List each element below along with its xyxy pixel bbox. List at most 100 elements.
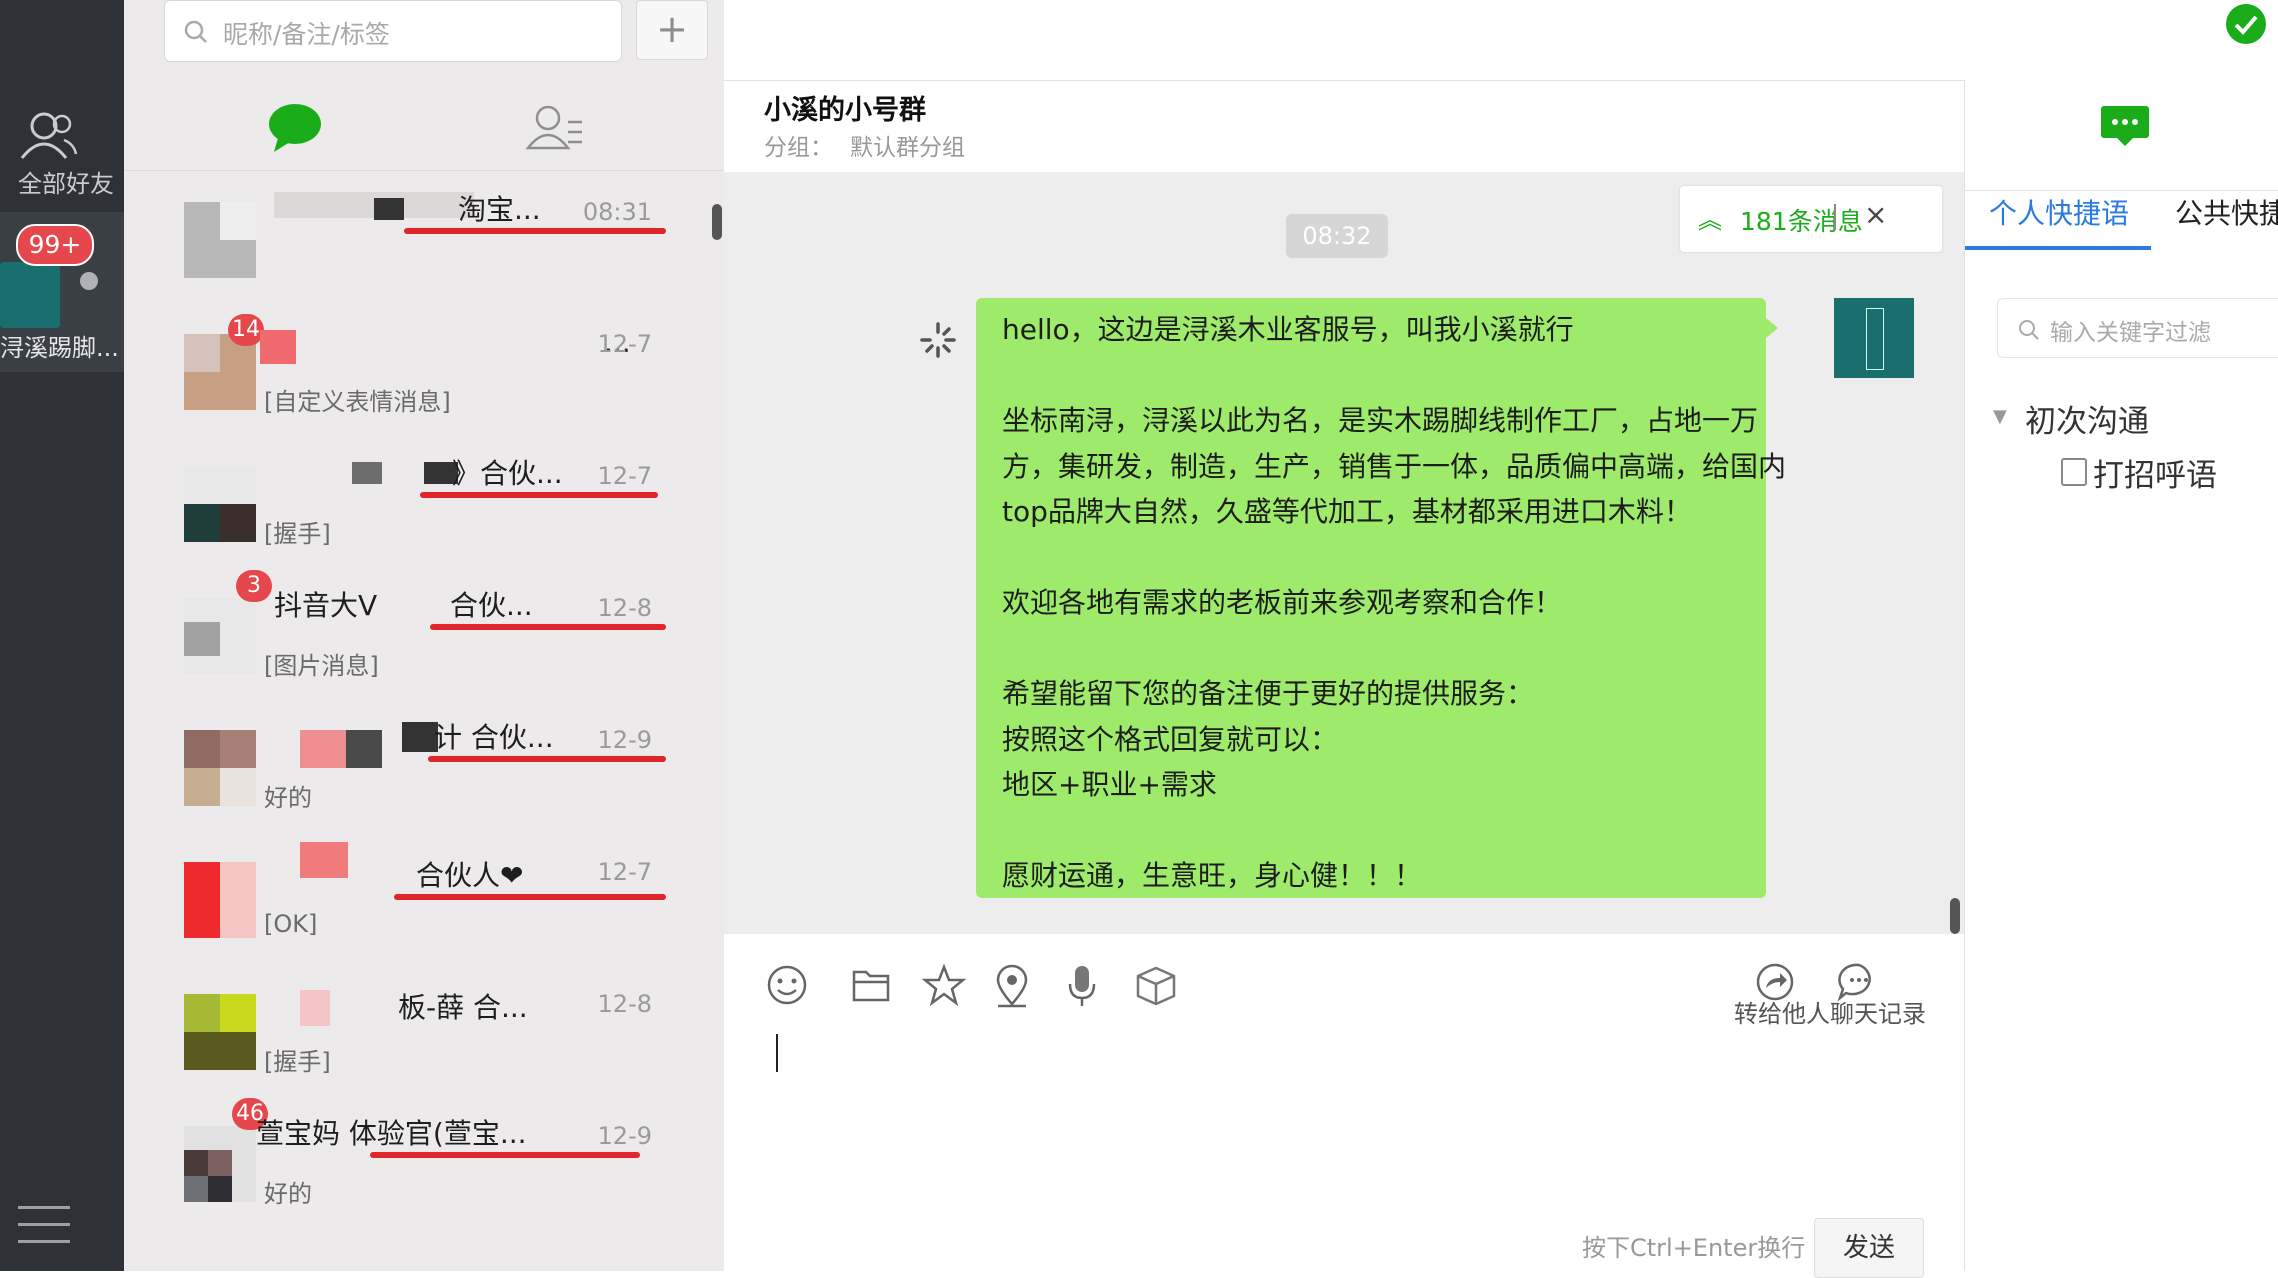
loading-spinner-icon [920, 322, 956, 358]
last-message: [OK] [264, 910, 318, 938]
phrase-filter-input[interactable]: 输入关键字过滤 [1997, 298, 2278, 358]
cube-icon[interactable] [1134, 964, 1178, 1008]
tab-public-phrases[interactable]: 公共快捷 [2175, 192, 2278, 232]
message-input[interactable] [744, 1034, 1944, 1214]
last-message: [图片消息] [264, 652, 379, 680]
contact-name: 淘宝... [458, 193, 541, 226]
quick-reply-icon[interactable] [2099, 104, 2151, 148]
status-check-icon [2226, 4, 2266, 44]
message-line: top品牌大自然，久盛等代加工，基材都采用进口木料！ [1002, 495, 1692, 528]
group-label: 分组： [764, 135, 833, 161]
list-item[interactable]: 合伙人❤ 12-7 [OK] [124, 828, 724, 960]
add-button[interactable]: + [636, 0, 708, 60]
contacts-tab-icon[interactable] [524, 100, 586, 156]
message-line: 地区+职业+需求 [1002, 768, 1217, 801]
chat-scrollbar[interactable] [1950, 898, 1960, 934]
search-input[interactable]: 昵称/备注/标签 [164, 0, 622, 62]
divider [1965, 190, 2278, 191]
forward-label[interactable]: 转给他人 [1734, 1000, 1830, 1028]
unread-count: 181条消息 [1740, 207, 1863, 236]
avatar [184, 730, 256, 806]
input-toolbar: 转给他人聊天记录 [724, 934, 1964, 1034]
status-dot [80, 272, 98, 290]
red-underline [420, 492, 658, 498]
message-time: 12-9 [597, 1122, 652, 1150]
phrase-item[interactable]: 打招呼语 [2093, 450, 2217, 495]
list-item[interactable]: 3 抖音大V 合伙... 12-8 [图片消息] [124, 564, 724, 696]
message-time: 12-9 [597, 726, 652, 754]
bubble-tail [1766, 318, 1778, 338]
timestamp-chip: 08:32 [1286, 214, 1388, 258]
app-sidebar: 全部好友 99+ 浔溪踢脚... [0, 0, 124, 1271]
last-message: 好的 [264, 1180, 312, 1208]
list-item[interactable]: 46 萱宝妈 体验官(萱宝... 12-9 好的 [124, 1092, 724, 1224]
list-item[interactable]: 淘宝... 08:31 [124, 168, 724, 300]
message-time: 12-8 [597, 594, 652, 622]
avatar [184, 466, 256, 542]
list-item[interactable]: 板-薛 合... 12-8 [握手] [124, 960, 724, 1092]
location-icon[interactable] [992, 964, 1032, 1008]
account-name: 浔溪踢脚... [0, 334, 119, 362]
unread-badge: 3 [236, 570, 272, 602]
message-bubble[interactable]: hello，这边是浔溪木业客服号，叫我小溪就行坐标南浔，浔溪以此为名，是实木踢脚… [976, 298, 1786, 898]
friends-icon [20, 112, 78, 159]
history-label[interactable]: 聊天记录 [1830, 1000, 1926, 1028]
phrase-group[interactable]: 初次沟通 [2025, 396, 2149, 441]
group-value: 默认群分组 [850, 135, 965, 161]
star-icon[interactable] [922, 964, 966, 1006]
filter-placeholder: 输入关键字过滤 [2050, 320, 2211, 346]
conversation-list-panel: 昵称/备注/标签 + 淘宝... 08:31 14 ... 12-7 [自定义表… [124, 0, 724, 1271]
avatar [184, 598, 256, 674]
tab-personal-phrases[interactable]: 个人快捷语 [1989, 192, 2129, 232]
search-icon [2019, 320, 2039, 340]
divider [724, 80, 1964, 81]
red-underline [394, 894, 666, 900]
newline-hint: 按下Ctrl+Enter换行 [1582, 1234, 1806, 1262]
unread-badge: 99+ [16, 224, 94, 266]
self-avatar[interactable] [1834, 298, 1914, 378]
red-underline [370, 1152, 640, 1158]
chat-tab-icon[interactable] [264, 100, 326, 156]
contact-name-prefix: 抖音大V [274, 589, 378, 622]
message-time: 08:31 [582, 198, 652, 226]
red-underline [404, 228, 666, 234]
caret-down-icon[interactable]: ▼ [1993, 406, 2007, 427]
quick-reply-panel: 个人快捷语 公共快捷 输入关键字过滤 ▼ 初次沟通 打招呼语 [1964, 80, 2278, 1271]
text-phrase-icon [2061, 458, 2087, 486]
chat-panel: 小溪的小号群 分组： 默认群分组 08:32 ︽ 181条消息 × hello，… [724, 0, 1964, 1278]
unread-jump-banner[interactable]: ︽ 181条消息 × [1680, 186, 1942, 252]
last-message: 好的 [264, 784, 312, 812]
folder-icon[interactable] [850, 964, 892, 1006]
contact-name: 合伙人❤ [416, 859, 524, 892]
close-icon[interactable]: × [1864, 198, 1887, 231]
microphone-icon[interactable] [1066, 964, 1098, 1008]
avatar [184, 994, 256, 1070]
last-message: [自定义表情消息] [264, 388, 451, 416]
message-line: 坐标南浔，浔溪以此为名，是实木踢脚线制作工厂，占地一万 [1002, 404, 1759, 437]
last-message: [握手] [264, 520, 331, 548]
message-time: 12-7 [597, 858, 652, 886]
message-line: hello，这边是浔溪木业客服号，叫我小溪就行 [1002, 313, 1574, 346]
search-icon [184, 20, 207, 43]
list-item[interactable]: 14 ... 12-7 [自定义表情消息] [124, 300, 724, 432]
message-line: 希望能留下您的备注便于更好的提供服务： [1002, 677, 1535, 710]
list-item[interactable]: 》合伙... 12-7 [握手] [124, 432, 724, 564]
chat-title: 小溪的小号群 [764, 95, 926, 126]
all-friends-button[interactable]: 全部好友 [0, 100, 124, 200]
message-time: 12-7 [597, 330, 652, 358]
message-line: 愿财运通，生意旺，身心健！！！ [1002, 859, 1423, 892]
avatar [184, 1126, 256, 1202]
contact-name: 板-薛 合... [398, 991, 528, 1024]
list-item[interactable]: 计 合伙... 12-9 好的 [124, 696, 724, 828]
search-placeholder: 昵称/备注/标签 [223, 20, 390, 49]
all-friends-label: 全部好友 [18, 170, 114, 198]
avatar [184, 862, 256, 938]
contact-name: 》合伙... [452, 457, 563, 490]
sidebar-account-selected[interactable]: 99+ 浔溪踢脚... [0, 212, 124, 372]
emoji-icon[interactable] [766, 964, 808, 1006]
unread-badge: 14 [228, 314, 264, 346]
account-avatar [0, 262, 60, 328]
message-area[interactable]: 08:32 ︽ 181条消息 × hello，这边是浔溪木业客服号，叫我小溪就行… [724, 172, 1964, 934]
send-button[interactable]: 发送 [1814, 1218, 1924, 1278]
menu-icon[interactable] [18, 1206, 70, 1246]
